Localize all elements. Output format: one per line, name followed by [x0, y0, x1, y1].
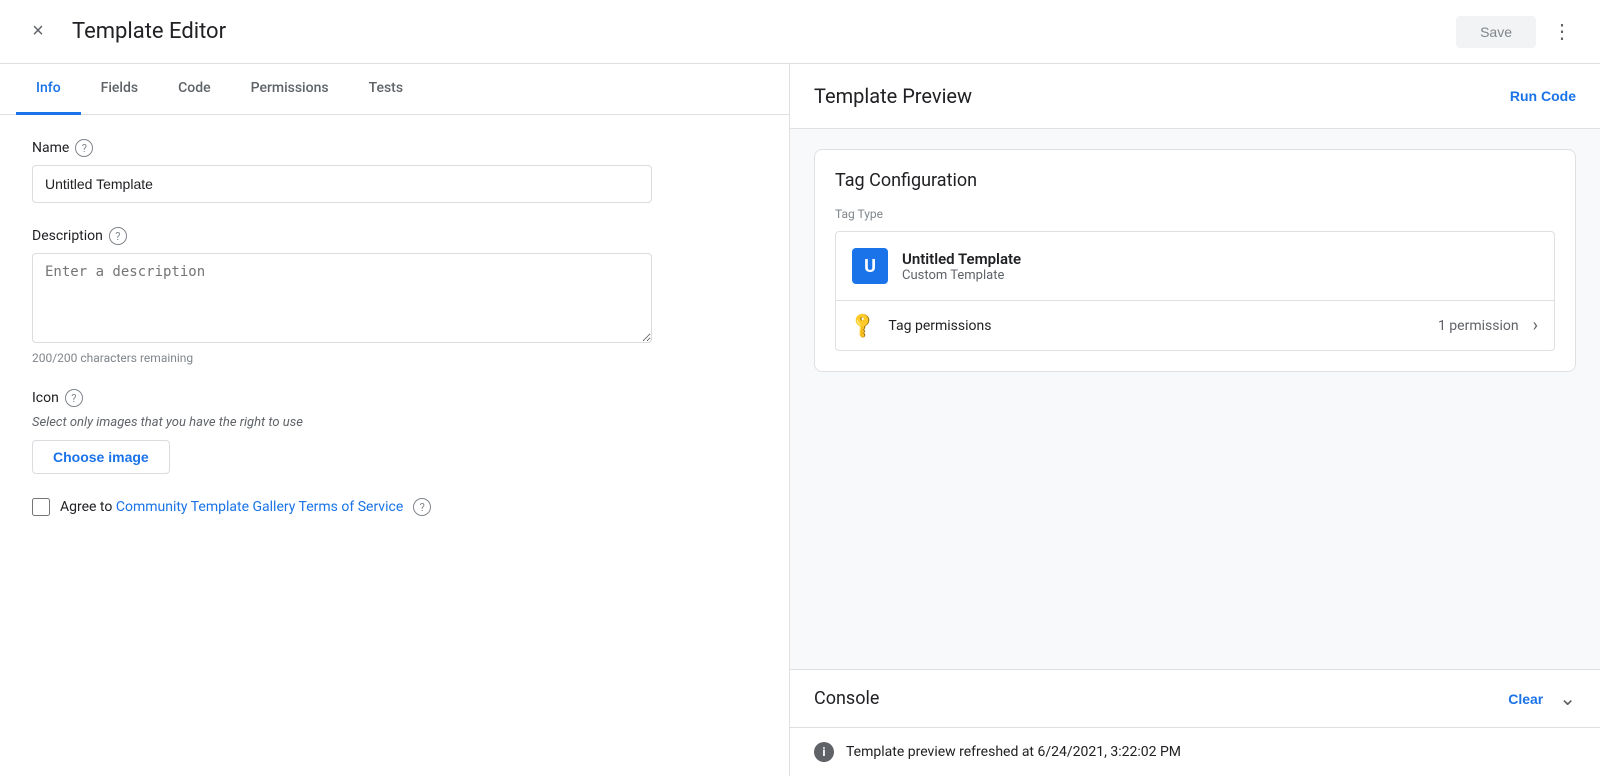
tag-type-icon: U	[852, 248, 888, 284]
tag-type-label: Tag Type	[835, 207, 1555, 221]
tag-permissions-count: 1 permission	[1438, 318, 1519, 334]
char-count: 200/200 characters remaining	[32, 351, 757, 365]
name-group: Name ?	[32, 139, 757, 203]
left-panel: Info Fields Code Permissions Tests Name …	[0, 64, 790, 776]
icon-help-icon[interactable]: ?	[65, 389, 83, 407]
tag-name: Untitled Template	[902, 250, 1021, 268]
tab-code[interactable]: Code	[158, 64, 230, 115]
tab-tests[interactable]: Tests	[349, 64, 423, 115]
icon-label-text: Icon	[32, 390, 59, 406]
console-log: i Template preview refreshed at 6/24/202…	[790, 728, 1600, 776]
right-header: Template Preview Run Code	[790, 64, 1600, 129]
console-message: Template preview refreshed at 6/24/2021,…	[846, 744, 1181, 760]
tos-link[interactable]: Community Template Gallery Terms of Serv…	[116, 499, 403, 515]
clear-button[interactable]: Clear	[1508, 691, 1543, 707]
main-layout: Info Fields Code Permissions Tests Name …	[0, 64, 1600, 776]
description-textarea[interactable]	[32, 253, 652, 343]
header-left: × Template Editor	[20, 14, 226, 50]
description-label: Description ?	[32, 227, 757, 245]
tab-info[interactable]: Info	[16, 64, 81, 115]
save-button[interactable]: Save	[1456, 16, 1536, 48]
name-help-icon[interactable]: ?	[75, 139, 93, 157]
tag-config-card: Tag Configuration Tag Type U Untitled Te…	[814, 149, 1576, 372]
console-header: Console Clear ⌄	[790, 670, 1600, 728]
form-content: Name ? Description ? 200/200 characters …	[0, 115, 789, 776]
template-preview-title: Template Preview	[814, 84, 972, 108]
app-header: × Template Editor Save ⋮	[0, 0, 1600, 64]
icon-group: Icon ? Select only images that you have …	[32, 389, 757, 474]
console-info-icon: i	[814, 742, 834, 762]
tag-type-row: U Untitled Template Custom Template	[836, 232, 1554, 301]
tag-subname: Custom Template	[902, 268, 1021, 283]
console-title: Console	[814, 688, 879, 709]
tab-fields[interactable]: Fields	[81, 64, 158, 115]
name-label-text: Name	[32, 140, 69, 156]
tag-type-card: U Untitled Template Custom Template 🔑 Ta…	[835, 231, 1555, 351]
tos-text: Agree to Community Template Gallery Term…	[60, 499, 403, 515]
tag-permissions-row[interactable]: 🔑 Tag permissions 1 permission ›	[836, 301, 1554, 350]
tag-config-title: Tag Configuration	[835, 170, 1555, 191]
icon-subtitle: Select only images that you have the rig…	[32, 415, 757, 430]
tos-checkbox[interactable]	[32, 498, 50, 516]
tabs-bar: Info Fields Code Permissions Tests	[0, 64, 789, 115]
description-group: Description ? 200/200 characters remaini…	[32, 227, 757, 365]
collapse-button[interactable]: ⌄	[1559, 686, 1576, 711]
console-section: Console Clear ⌄ i Template preview refre…	[790, 669, 1600, 776]
tab-permissions[interactable]: Permissions	[231, 64, 349, 115]
chevron-right-icon: ›	[1533, 315, 1538, 336]
run-code-button[interactable]: Run Code	[1510, 88, 1576, 104]
icon-label: Icon ?	[32, 389, 757, 407]
name-label: Name ?	[32, 139, 757, 157]
tag-permissions-label: Tag permissions	[888, 318, 1424, 334]
tos-text-static: Agree to	[60, 499, 116, 515]
description-help-icon[interactable]: ?	[109, 227, 127, 245]
close-button[interactable]: ×	[20, 14, 56, 50]
key-icon: 🔑	[848, 310, 879, 341]
tos-help-icon[interactable]: ?	[413, 498, 431, 516]
choose-image-button[interactable]: Choose image	[32, 440, 170, 474]
preview-area: Tag Configuration Tag Type U Untitled Te…	[790, 129, 1600, 669]
right-panel: Template Preview Run Code Tag Configurat…	[790, 64, 1600, 776]
app-title: Template Editor	[72, 19, 226, 44]
name-input[interactable]	[32, 165, 652, 203]
tos-row: Agree to Community Template Gallery Term…	[32, 498, 757, 516]
header-right: Save ⋮	[1456, 14, 1580, 50]
more-options-button[interactable]: ⋮	[1544, 14, 1580, 50]
console-actions: Clear ⌄	[1508, 686, 1576, 711]
description-label-text: Description	[32, 228, 103, 244]
tag-info: Untitled Template Custom Template	[902, 250, 1021, 283]
